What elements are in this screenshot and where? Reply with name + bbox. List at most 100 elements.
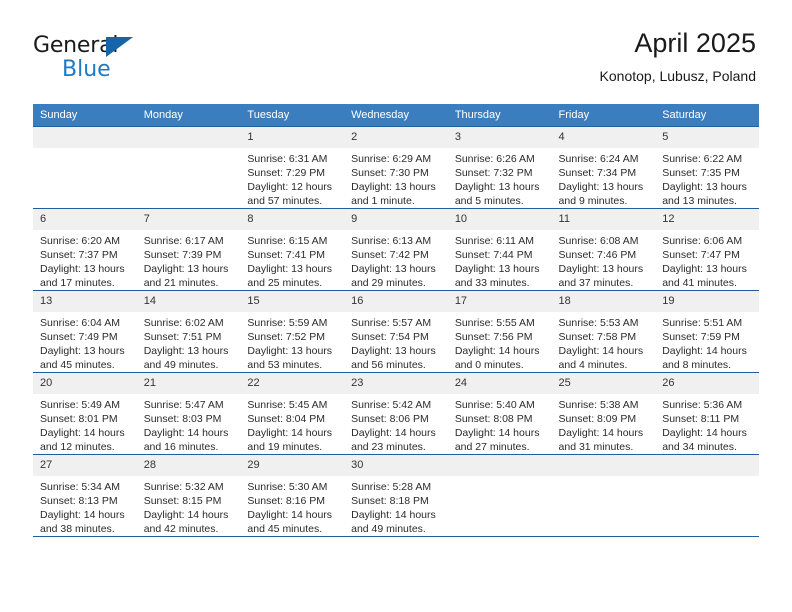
- weekday-header-thursday: Thursday: [447, 104, 552, 127]
- calendar-day-cell[interactable]: 8 Sunrise: 6:15 AM Sunset: 7:41 PM Daylight…: [240, 208, 345, 291]
- calendar-day-cell[interactable]: 24 Sunrise: 5:40 AM Sunset: 8:08 PM Dayligh…: [447, 372, 552, 455]
- daylight-text-line1: Daylight: 14 hours: [40, 509, 125, 521]
- day-sun-info: Sunrise: 5:34 AM Sunset: 8:13 PM Daylight:…: [33, 476, 137, 536]
- day-number: [551, 455, 656, 476]
- sunrise-text: Sunrise: 6:24 AM: [558, 153, 639, 165]
- calendar-day-cell[interactable]: 5 Sunrise: 6:22 AM Sunset: 7:35 PM Daylight…: [655, 126, 759, 209]
- calendar-day-cell[interactable]: 12 Sunrise: 6:06 AM Sunset: 7:47 PM Dayligh…: [655, 208, 759, 291]
- day-sun-info: Sunrise: 5:28 AM Sunset: 8:18 PM Daylight:…: [344, 476, 448, 536]
- daylight-text-line1: Daylight: 13 hours: [247, 345, 333, 357]
- daylight-text-line2: and 21 minutes.: [143, 277, 219, 289]
- day-sun-info: Sunrise: 5:38 AM Sunset: 8:09 PM Daylight:…: [552, 394, 656, 454]
- daylight-text-line2: and 33 minutes.: [454, 277, 530, 289]
- day-number: 9: [344, 209, 448, 230]
- calendar-day-cell[interactable]: 22 Sunrise: 5:45 AM Sunset: 8:04 PM Dayligh…: [240, 372, 345, 455]
- daylight-text-line2: and 13 minutes.: [662, 195, 737, 207]
- calendar-day-cell[interactable]: 21 Sunrise: 5:47 AM Sunset: 8:03 PM Dayligh…: [136, 372, 241, 455]
- calendar-day-cell[interactable]: 23 Sunrise: 5:42 AM Sunset: 8:06 PM Dayligh…: [344, 372, 448, 455]
- calendar-day-cell[interactable]: 7 Sunrise: 6:17 AM Sunset: 7:39 PM Daylight…: [136, 208, 241, 291]
- daylight-text-line2: and 42 minutes.: [143, 523, 219, 535]
- sunrise-text: Sunrise: 5:45 AM: [247, 399, 328, 411]
- daylight-text-line2: and 56 minutes.: [351, 359, 426, 371]
- weekday-header-monday: Monday: [136, 104, 241, 127]
- daylight-text-line2: and 45 minutes.: [40, 359, 115, 371]
- sunset-text: Sunset: 7:35 PM: [662, 167, 740, 179]
- calendar-day-cell[interactable]: 13 Sunrise: 6:04 AM Sunset: 7:49 PM Dayligh…: [33, 290, 137, 373]
- calendar-day-cell[interactable]: 28 Sunrise: 5:32 AM Sunset: 8:15 PM Dayligh…: [136, 454, 241, 537]
- calendar-header-row: Sunday Monday Tuesday Wednesday Thursday…: [33, 104, 759, 127]
- title-block: April 2025 Konotop, Lubusz, Poland: [600, 26, 756, 86]
- daylight-text-line1: Daylight: 13 hours: [351, 181, 436, 193]
- daylight-text-line2: and 19 minutes.: [247, 441, 323, 453]
- calendar-day-cell[interactable]: 3 Sunrise: 6:26 AM Sunset: 7:32 PM Daylight…: [447, 126, 552, 209]
- day-number: 8: [240, 209, 345, 230]
- day-number: 20: [33, 373, 137, 394]
- calendar-day-cell[interactable]: 30 Sunrise: 5:28 AM Sunset: 8:18 PM Dayligh…: [344, 454, 448, 537]
- day-sun-info: Sunrise: 5:57 AM Sunset: 7:54 PM Daylight:…: [344, 312, 448, 372]
- daylight-text-line2: and 34 minutes.: [662, 441, 737, 453]
- calendar-day-cell[interactable]: 25 Sunrise: 5:38 AM Sunset: 8:09 PM Dayligh…: [551, 372, 656, 455]
- calendar-day-cell[interactable]: 27 Sunrise: 5:34 AM Sunset: 8:13 PM Dayligh…: [33, 454, 137, 537]
- day-sun-info: Sunrise: 6:22 AM Sunset: 7:35 PM Daylight:…: [655, 148, 759, 208]
- sunrise-text: Sunrise: 6:31 AM: [247, 153, 328, 165]
- day-number: 25: [551, 373, 656, 394]
- sunrise-text: Sunrise: 6:13 AM: [351, 235, 432, 247]
- general-blue-logo: General Blue: [33, 33, 223, 85]
- calendar-day-cell[interactable]: 19 Sunrise: 5:51 AM Sunset: 7:59 PM Dayligh…: [655, 290, 759, 373]
- calendar-day-cell[interactable]: 1 Sunrise: 6:31 AM Sunset: 7:29 PM Daylight…: [240, 126, 345, 209]
- calendar-week-row: 20 Sunrise: 5:49 AM Sunset: 8:01 PM Dayligh…: [33, 372, 759, 455]
- calendar-day-cell[interactable]: 10 Sunrise: 6:11 AM Sunset: 7:44 PM Dayligh…: [447, 208, 552, 291]
- day-sun-info: Sunrise: 6:06 AM Sunset: 7:47 PM Daylight:…: [655, 230, 759, 290]
- calendar-day-cell[interactable]: 17 Sunrise: 5:55 AM Sunset: 7:56 PM Dayligh…: [447, 290, 552, 373]
- calendar-day-cell[interactable]: 18 Sunrise: 5:53 AM Sunset: 7:58 PM Dayligh…: [551, 290, 656, 373]
- day-sun-info: Sunrise: 6:17 AM Sunset: 7:39 PM Daylight:…: [137, 230, 241, 290]
- sunset-text: Sunset: 7:59 PM: [662, 331, 740, 343]
- day-sun-info: Sunrise: 5:40 AM Sunset: 8:08 PM Daylight:…: [448, 394, 552, 454]
- calendar-day-cell[interactable]: 6 Sunrise: 6:20 AM Sunset: 7:37 PM Daylight…: [33, 208, 137, 291]
- calendar-day-cell[interactable]: 15 Sunrise: 5:59 AM Sunset: 7:52 PM Dayligh…: [240, 290, 345, 373]
- day-number: 10: [447, 209, 552, 230]
- calendar-day-cell[interactable]: 16 Sunrise: 5:57 AM Sunset: 7:54 PM Dayligh…: [344, 290, 448, 373]
- calendar-empty-cell: [655, 454, 759, 537]
- calendar-day-cell[interactable]: 2 Sunrise: 6:29 AM Sunset: 7:30 PM Daylight…: [344, 126, 448, 209]
- sunrise-text: Sunrise: 5:42 AM: [351, 399, 432, 411]
- day-number: [655, 455, 759, 476]
- day-number: 13: [33, 291, 137, 312]
- daylight-text-line2: and 38 minutes.: [40, 523, 115, 535]
- day-number: 27: [33, 455, 137, 476]
- sunset-text: Sunset: 8:13 PM: [40, 495, 118, 507]
- sunrise-text: Sunrise: 6:11 AM: [454, 235, 534, 247]
- day-number: 23: [344, 373, 448, 394]
- sunrise-text: Sunrise: 5:30 AM: [247, 481, 328, 493]
- weekday-header-tuesday: Tuesday: [240, 104, 345, 127]
- day-number: 11: [551, 209, 656, 230]
- calendar-day-cell[interactable]: 14 Sunrise: 6:02 AM Sunset: 7:51 PM Dayligh…: [136, 290, 241, 373]
- daylight-text-line1: Daylight: 13 hours: [454, 263, 540, 275]
- daylight-text-line1: Daylight: 14 hours: [351, 509, 436, 521]
- calendar-page: General Blue April 2025 Konotop, Lubusz,…: [0, 0, 792, 612]
- day-sun-info: Sunrise: 5:53 AM Sunset: 7:58 PM Daylight:…: [552, 312, 656, 372]
- sunset-text: Sunset: 7:46 PM: [558, 249, 637, 261]
- calendar-day-cell[interactable]: 20 Sunrise: 5:49 AM Sunset: 8:01 PM Dayligh…: [33, 372, 137, 455]
- calendar-day-cell[interactable]: 11 Sunrise: 6:08 AM Sunset: 7:46 PM Dayligh…: [551, 208, 656, 291]
- calendar-body: 1 Sunrise: 6:31 AM Sunset: 7:29 PM Daylight…: [33, 126, 759, 537]
- sunset-text: Sunset: 7:41 PM: [247, 249, 326, 261]
- day-number: 2: [344, 127, 448, 148]
- calendar-week-row: 1 Sunrise: 6:31 AM Sunset: 7:29 PM Daylight…: [33, 126, 759, 209]
- daylight-text-line1: Daylight: 13 hours: [143, 263, 229, 275]
- day-sun-info: Sunrise: 6:20 AM Sunset: 7:37 PM Daylight:…: [33, 230, 137, 290]
- daylight-text-line2: and 53 minutes.: [247, 359, 323, 371]
- calendar-day-cell[interactable]: 29 Sunrise: 5:30 AM Sunset: 8:16 PM Dayligh…: [240, 454, 345, 537]
- day-number: 28: [136, 455, 241, 476]
- daylight-text-line2: and 0 minutes.: [454, 359, 524, 371]
- sunset-text: Sunset: 8:18 PM: [351, 495, 429, 507]
- page-subtitle-location: Konotop, Lubusz, Poland: [599, 68, 756, 84]
- calendar-day-cell[interactable]: 26 Sunrise: 5:36 AM Sunset: 8:11 PM Dayligh…: [655, 372, 759, 455]
- sunset-text: Sunset: 8:09 PM: [558, 413, 637, 425]
- day-sun-info: Sunrise: 5:55 AM Sunset: 7:56 PM Daylight:…: [448, 312, 552, 372]
- daylight-text-line2: and 5 minutes.: [454, 195, 524, 207]
- calendar-day-cell[interactable]: 4 Sunrise: 6:24 AM Sunset: 7:34 PM Daylight…: [551, 126, 656, 209]
- daylight-text-line2: and 12 minutes.: [40, 441, 115, 453]
- calendar-day-cell[interactable]: 9 Sunrise: 6:13 AM Sunset: 7:42 PM Daylight…: [344, 208, 448, 291]
- sunrise-text: Sunrise: 5:59 AM: [247, 317, 328, 329]
